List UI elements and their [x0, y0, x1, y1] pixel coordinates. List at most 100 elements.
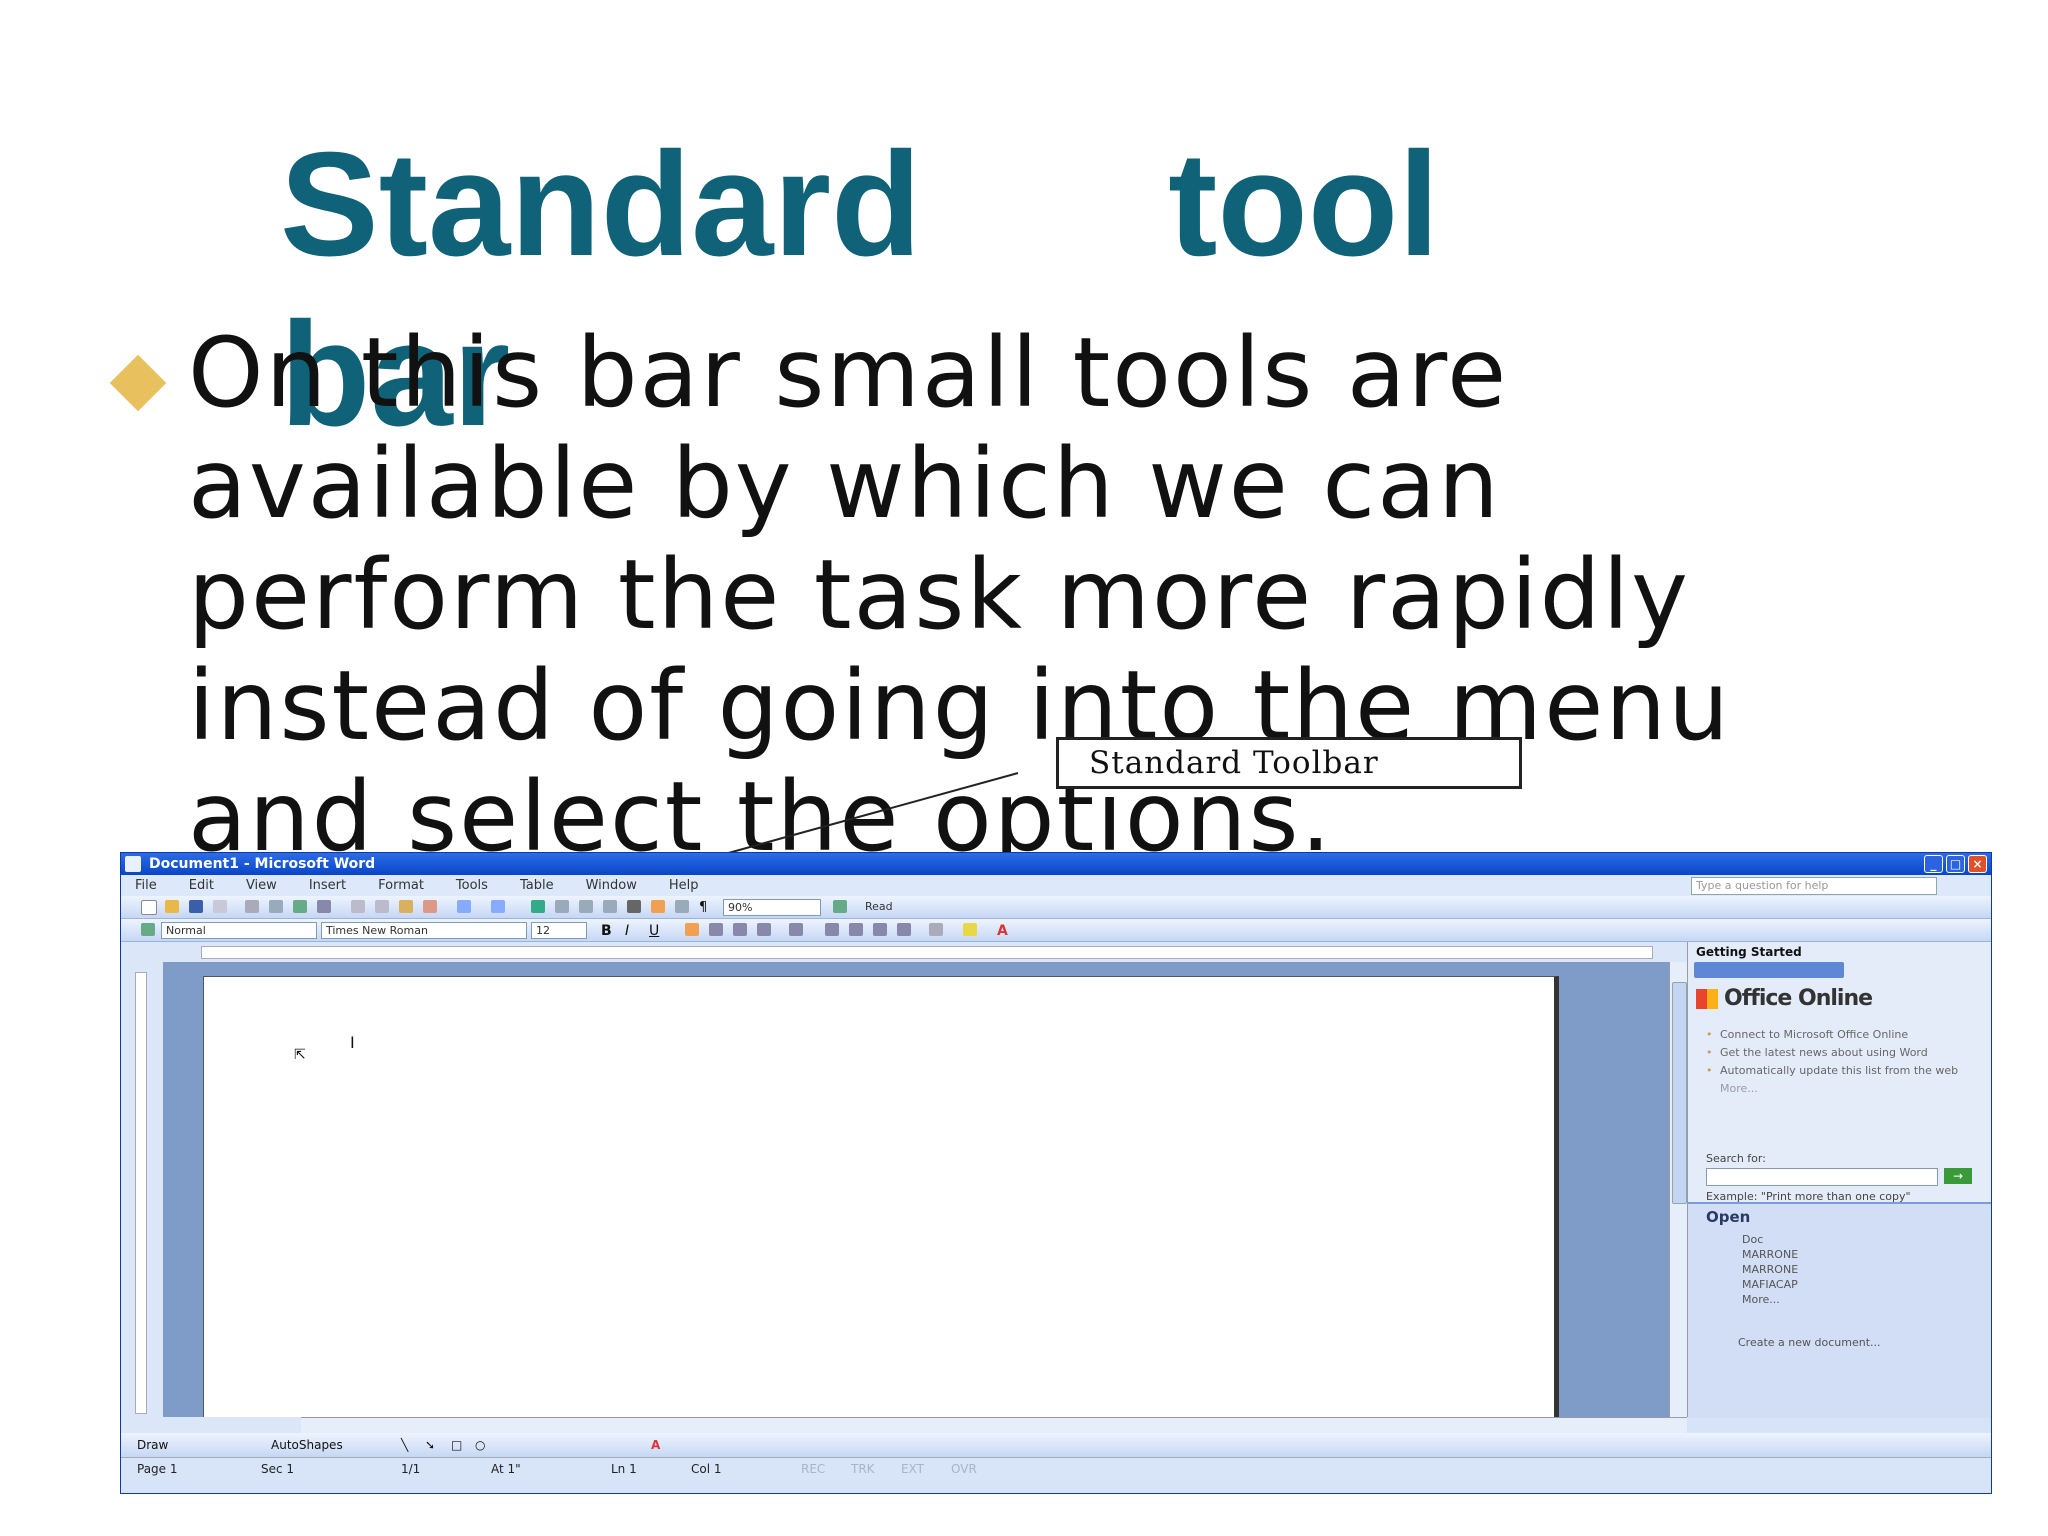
status-page: Page 1 — [137, 1462, 178, 1476]
drawing-toolbar: Draw AutoShapes ╲ ➘ □ ○ A — [121, 1433, 1991, 1457]
draw-menu[interactable]: Draw — [137, 1433, 168, 1457]
cut-icon[interactable] — [351, 900, 365, 913]
document-page[interactable]: I ⇱ — [203, 976, 1559, 1438]
recent-file[interactable]: MAFIACAP — [1742, 1277, 1798, 1292]
menu-format[interactable]: Format — [378, 875, 424, 896]
status-trk[interactable]: TRK — [851, 1458, 875, 1480]
menu-bar: File Edit View Insert Format Tools Table Window… — [121, 875, 1991, 896]
create-new-document-link[interactable]: Create a new document... — [1738, 1336, 1881, 1349]
more-files-link[interactable]: More... — [1742, 1292, 1798, 1307]
highlight-icon[interactable] — [963, 923, 977, 936]
window-title: Document1 - Microsoft Word — [149, 856, 376, 872]
hyperlink-icon[interactable] — [531, 900, 545, 913]
close-icon[interactable]: × — [1968, 855, 1987, 873]
view-buttons[interactable] — [121, 1417, 301, 1433]
zoom-select[interactable]: 90% — [723, 899, 821, 916]
align-left-icon[interactable] — [685, 923, 699, 936]
style-select[interactable]: Normal — [161, 922, 317, 939]
document-area: I ⇱ — [163, 962, 1716, 1438]
horizontal-scrollbar[interactable] — [163, 1417, 1687, 1434]
status-rec[interactable]: REC — [801, 1458, 825, 1480]
new-document-icon[interactable] — [141, 900, 157, 915]
redo-icon[interactable] — [491, 900, 505, 913]
restore-icon[interactable]: □ — [1946, 855, 1965, 873]
read-button[interactable]: Read — [861, 899, 935, 914]
justify-icon[interactable] — [757, 923, 771, 936]
undo-icon[interactable] — [457, 900, 471, 913]
menu-view[interactable]: View — [246, 875, 277, 896]
increase-indent-icon[interactable] — [897, 923, 911, 936]
title-bar: Document1 - Microsoft Word _ □ × — [121, 853, 1991, 875]
status-ext[interactable]: EXT — [901, 1458, 924, 1480]
help-search-input[interactable]: Type a question for help — [1691, 877, 1937, 895]
task-pane-nav[interactable] — [1694, 962, 1844, 978]
task-pane-title[interactable]: Getting Started — [1688, 942, 1991, 962]
font-size-select[interactable]: 12 — [531, 922, 587, 939]
menu-window[interactable]: Window — [586, 875, 637, 896]
align-right-icon[interactable] — [733, 923, 747, 936]
link-auto-update[interactable]: Automatically update this list from the … — [1706, 1064, 1976, 1077]
draw-font-color-icon[interactable]: A — [651, 1433, 660, 1457]
spelling-icon[interactable] — [293, 900, 307, 913]
menu-table[interactable]: Table — [520, 875, 554, 896]
document-map-icon[interactable] — [675, 900, 689, 913]
word-app-icon — [125, 856, 141, 872]
search-go-icon[interactable]: → — [1944, 1168, 1972, 1184]
help-icon[interactable] — [833, 900, 847, 913]
styles-formatting-icon[interactable] — [141, 923, 155, 936]
italic-button[interactable]: I — [625, 923, 639, 939]
task-pane: Getting Started Office Online Connect to… — [1687, 942, 1991, 1418]
tables-borders-icon[interactable] — [555, 900, 569, 913]
bullets-icon[interactable] — [849, 923, 863, 936]
formatting-toolbar: Normal Times New Roman 12 B I U A — [121, 919, 1991, 942]
recent-file[interactable]: MARRONE — [1742, 1262, 1798, 1277]
save-icon[interactable] — [189, 900, 203, 913]
menu-file[interactable]: File — [135, 875, 157, 896]
border-icon[interactable] — [929, 923, 943, 936]
copy-icon[interactable] — [375, 900, 389, 913]
format-painter-icon[interactable] — [423, 900, 437, 913]
mouse-pointer-icon: ⇱ — [294, 1047, 306, 1063]
decrease-indent-icon[interactable] — [873, 923, 887, 936]
research-icon[interactable] — [317, 900, 331, 913]
insert-table-icon[interactable] — [579, 900, 593, 913]
line-spacing-icon[interactable] — [789, 923, 803, 936]
status-ovr[interactable]: OVR — [951, 1458, 977, 1480]
office-logo-icon — [1696, 989, 1718, 1009]
permission-icon[interactable] — [213, 900, 227, 913]
line-icon[interactable]: ╲ — [401, 1433, 408, 1457]
print-icon[interactable] — [245, 900, 259, 913]
align-center-icon[interactable] — [709, 923, 723, 936]
task-pane-links: Connect to Microsoft Office Online Get t… — [1706, 1028, 1976, 1095]
menu-edit[interactable]: Edit — [189, 875, 214, 896]
menu-help[interactable]: Help — [669, 875, 699, 896]
arrow-icon[interactable]: ➘ — [425, 1433, 435, 1457]
link-connect-office[interactable]: Connect to Microsoft Office Online — [1706, 1028, 1976, 1041]
vertical-ruler[interactable] — [121, 962, 163, 1417]
minimize-icon[interactable]: _ — [1924, 855, 1943, 873]
open-folder-icon[interactable] — [165, 900, 179, 913]
font-select[interactable]: Times New Roman — [321, 922, 527, 939]
search-input[interactable] — [1706, 1168, 1938, 1186]
status-section: Sec 1 — [261, 1462, 295, 1476]
print-preview-icon[interactable] — [269, 900, 283, 913]
drawing-icon[interactable] — [651, 900, 665, 913]
autoshapes-menu[interactable]: AutoShapes — [271, 1433, 343, 1457]
font-color-icon[interactable]: A — [997, 923, 1011, 939]
underline-button[interactable]: U — [649, 923, 663, 939]
vertical-scrollbar[interactable] — [1669, 962, 1688, 1417]
recent-file[interactable]: Doc — [1742, 1232, 1798, 1247]
menu-tools[interactable]: Tools — [456, 875, 488, 896]
numbering-icon[interactable] — [825, 923, 839, 936]
link-more[interactable]: More... — [1706, 1082, 1758, 1095]
paste-icon[interactable] — [399, 900, 413, 913]
recent-file[interactable]: MARRONE — [1742, 1247, 1798, 1262]
insert-excel-icon[interactable] — [603, 900, 617, 913]
menu-insert[interactable]: Insert — [309, 875, 346, 896]
rectangle-icon[interactable]: □ — [451, 1433, 462, 1457]
show-hide-icon[interactable]: ¶ — [699, 900, 713, 915]
bold-button[interactable]: B — [601, 923, 615, 939]
oval-icon[interactable]: ○ — [475, 1433, 485, 1457]
columns-icon[interactable] — [627, 900, 641, 913]
link-latest-news[interactable]: Get the latest news about using Word — [1706, 1046, 1976, 1059]
